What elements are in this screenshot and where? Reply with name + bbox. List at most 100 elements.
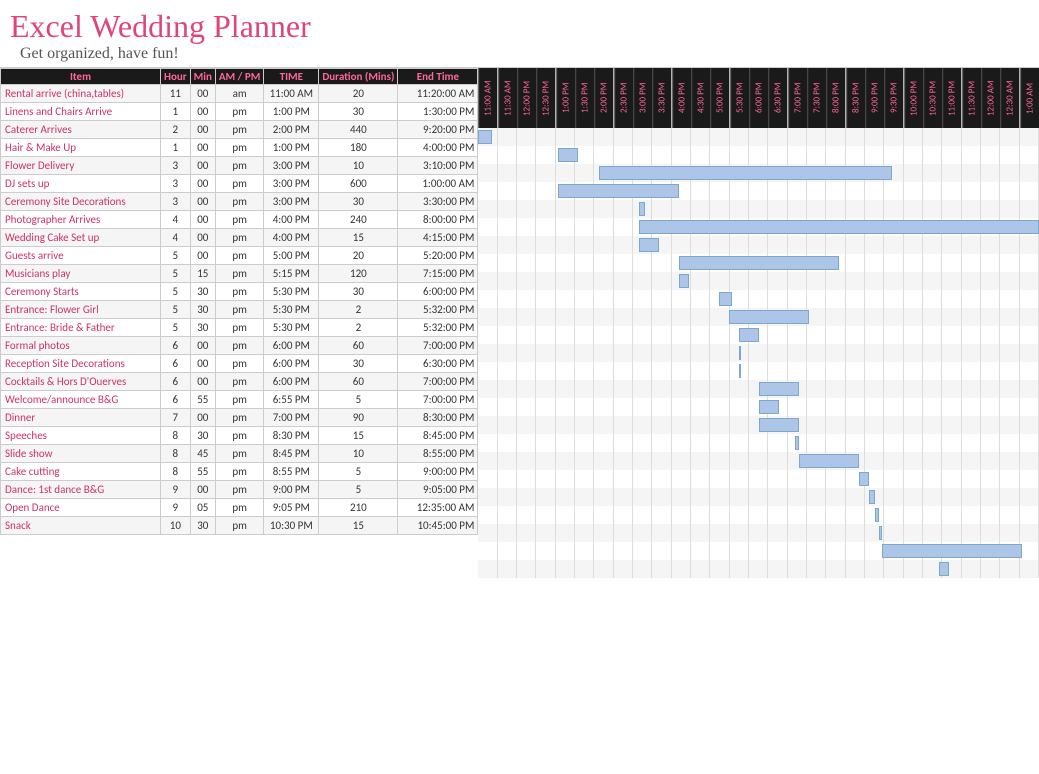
end-cell: 12:35:00 AM xyxy=(398,499,478,517)
gantt-cell xyxy=(826,146,845,164)
end-cell: 9:05:00 PM xyxy=(398,481,478,499)
gantt-cell xyxy=(614,272,633,290)
gantt-cell xyxy=(517,218,536,236)
time-cell: 6:00 PM xyxy=(264,373,319,391)
gantt-cell xyxy=(498,272,517,290)
hour-cell: 5 xyxy=(161,247,191,265)
dur-cell: 240 xyxy=(319,211,398,229)
gantt-cell xyxy=(498,362,517,380)
dur-cell: 440 xyxy=(319,121,398,139)
gantt-cell xyxy=(788,182,807,200)
item-name: Slide show xyxy=(1,445,161,463)
time-cell: 6:00 PM xyxy=(264,337,319,355)
gantt-cell xyxy=(1000,308,1019,326)
gantt-cell xyxy=(826,470,845,488)
gantt-cell xyxy=(633,488,652,506)
gantt-cell xyxy=(691,308,710,326)
gantt-cell xyxy=(594,398,613,416)
gantt-cell xyxy=(807,236,826,254)
gantt-cell xyxy=(942,506,961,524)
dur-cell: 30 xyxy=(319,355,398,373)
gantt-cell xyxy=(691,398,710,416)
gantt-cell xyxy=(981,344,1000,362)
main-container: Item Hour Min AM / PM TIME Duration (Min… xyxy=(0,67,1039,578)
gantt-cell xyxy=(768,344,787,362)
gantt-cell xyxy=(923,524,942,542)
gantt-cell xyxy=(652,524,671,542)
gantt-row xyxy=(478,470,1039,488)
table-row: Ceremony Starts 5 30 pm 5:30 PM 30 6:00:… xyxy=(1,283,478,301)
time-cell: 3:00 PM xyxy=(264,193,319,211)
ampm-cell: pm xyxy=(215,499,263,517)
ampm-cell: pm xyxy=(215,391,263,409)
gantt-header-cell: 10:00 PM xyxy=(904,68,923,128)
gantt-cell xyxy=(981,182,1000,200)
gantt-cell xyxy=(652,200,671,218)
gantt-cell xyxy=(788,200,807,218)
gantt-cell xyxy=(691,272,710,290)
item-name: Cocktails & Hors D'Ouerves xyxy=(1,373,161,391)
gantt-cell xyxy=(556,398,575,416)
gantt-cell xyxy=(865,200,884,218)
gantt-cell xyxy=(1000,488,1019,506)
gantt-cell xyxy=(614,254,633,272)
gantt-cell xyxy=(691,452,710,470)
gantt-cell xyxy=(1000,524,1019,542)
gantt-cell xyxy=(962,488,981,506)
gantt-cell xyxy=(614,524,633,542)
gantt-cell xyxy=(884,200,903,218)
gantt-cell xyxy=(691,362,710,380)
gantt-cell xyxy=(1020,524,1039,542)
gantt-cell xyxy=(478,218,497,236)
gantt-cell xyxy=(942,488,961,506)
gantt-cell xyxy=(691,344,710,362)
item-name: Reception Site Decorations xyxy=(1,355,161,373)
gantt-cell xyxy=(807,272,826,290)
time-cell: 9:05 PM xyxy=(264,499,319,517)
gantt-cell xyxy=(672,542,691,560)
gantt-cell xyxy=(846,290,865,308)
item-name: Open Dance xyxy=(1,499,161,517)
gantt-cell xyxy=(962,254,981,272)
item-name: Dance: 1st dance B&G xyxy=(1,481,161,499)
min-cell: 00 xyxy=(190,355,215,373)
gantt-cell xyxy=(962,344,981,362)
table-row: Guests arrive 5 00 pm 5:00 PM 20 5:20:00… xyxy=(1,247,478,265)
gantt-cell xyxy=(691,470,710,488)
gantt-cell xyxy=(691,380,710,398)
gantt-cell xyxy=(614,398,633,416)
gantt-cell xyxy=(923,344,942,362)
time-cell: 5:30 PM xyxy=(264,301,319,319)
gantt-cell xyxy=(633,326,652,344)
gantt-cell xyxy=(1000,326,1019,344)
min-cell: 00 xyxy=(190,103,215,121)
gantt-cell xyxy=(865,344,884,362)
ampm-cell: pm xyxy=(215,175,263,193)
gantt-cell xyxy=(962,272,981,290)
gantt-cell xyxy=(498,542,517,560)
gantt-header-cell: 5:00 PM xyxy=(710,68,729,128)
gantt-cell xyxy=(575,272,594,290)
gantt-cell xyxy=(614,308,633,326)
gantt-bar xyxy=(795,436,798,450)
item-name: Guests arrive xyxy=(1,247,161,265)
gantt-cell xyxy=(923,128,942,146)
gantt-cell xyxy=(594,146,613,164)
gantt-cell xyxy=(788,326,807,344)
gantt-cell xyxy=(478,362,497,380)
gantt-cell xyxy=(904,290,923,308)
item-name: Ceremony Site Decorations xyxy=(1,193,161,211)
end-cell: 8:55:00 PM xyxy=(398,445,478,463)
table-row: Snack 10 30 pm 10:30 PM 15 10:45:00 PM xyxy=(1,517,478,535)
gantt-cell xyxy=(1020,146,1039,164)
gantt-cell xyxy=(536,236,555,254)
gantt-cell xyxy=(517,326,536,344)
gantt-cell xyxy=(614,470,633,488)
gantt-cell xyxy=(942,182,961,200)
gantt-row xyxy=(478,380,1039,398)
dur-cell: 15 xyxy=(319,427,398,445)
gantt-cell xyxy=(846,506,865,524)
hour-cell: 6 xyxy=(161,337,191,355)
gantt-cell xyxy=(904,380,923,398)
gantt-cell xyxy=(691,488,710,506)
